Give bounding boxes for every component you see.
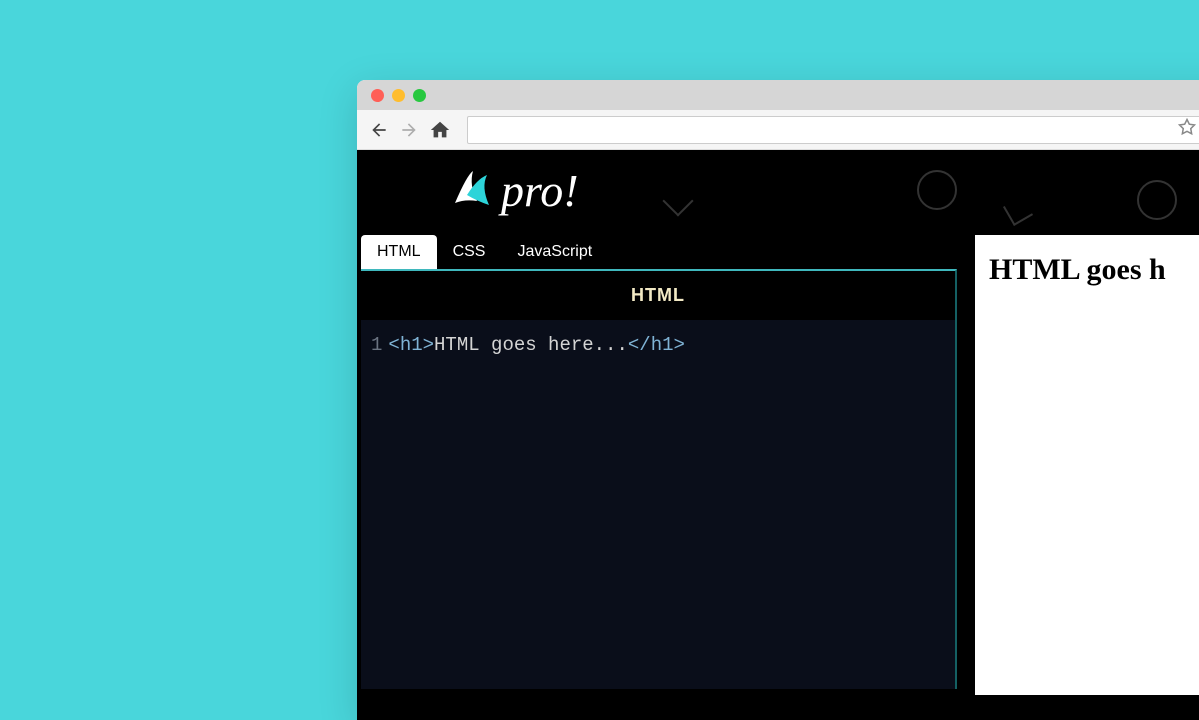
logo-text: pro! bbox=[501, 164, 579, 217]
tab-css[interactable]: CSS bbox=[437, 235, 502, 269]
tab-html[interactable]: HTML bbox=[361, 235, 437, 269]
back-button[interactable] bbox=[369, 120, 389, 140]
preview-heading: HTML goes h bbox=[989, 253, 1199, 287]
editor-panel: HTML CSS JavaScript HTML 1 <h1>HTML goes… bbox=[361, 235, 957, 695]
browser-toolbar bbox=[357, 110, 1199, 150]
code-line: <h1>HTML goes here...</h1> bbox=[388, 334, 685, 356]
logo: pro! bbox=[437, 160, 589, 221]
bookmark-star-icon[interactable] bbox=[1178, 118, 1196, 141]
forward-button[interactable] bbox=[399, 120, 419, 140]
code-area[interactable]: 1 <h1>HTML goes here...</h1> bbox=[361, 320, 955, 370]
logo-area: pro! bbox=[357, 150, 1199, 235]
logo-swoosh-icon bbox=[447, 165, 499, 217]
code-editor[interactable]: HTML 1 <h1>HTML goes here...</h1> bbox=[361, 269, 957, 689]
page-content: pro! HTML CSS JavaScript HTML 1 <h1>HTML… bbox=[357, 150, 1199, 720]
minimize-window-button[interactable] bbox=[392, 89, 405, 102]
line-number: 1 bbox=[371, 334, 382, 356]
preview-panel: HTML goes h bbox=[975, 235, 1199, 695]
maximize-window-button[interactable] bbox=[413, 89, 426, 102]
home-button[interactable] bbox=[429, 119, 451, 141]
editor-tabs: HTML CSS JavaScript bbox=[361, 235, 957, 269]
editor-title: HTML bbox=[361, 271, 955, 320]
address-bar[interactable] bbox=[467, 116, 1199, 144]
close-window-button[interactable] bbox=[371, 89, 384, 102]
browser-window: pro! HTML CSS JavaScript HTML 1 <h1>HTML… bbox=[357, 80, 1199, 720]
window-title-bar bbox=[357, 80, 1199, 110]
tab-javascript[interactable]: JavaScript bbox=[501, 235, 608, 269]
workspace: HTML CSS JavaScript HTML 1 <h1>HTML goes… bbox=[357, 235, 1199, 695]
